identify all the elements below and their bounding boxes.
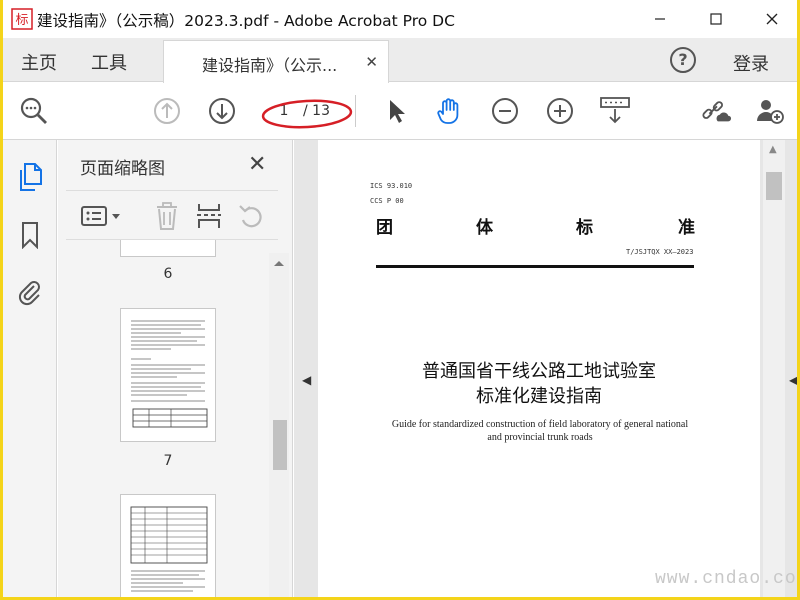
thumbnail-page-number: 6	[163, 266, 173, 282]
title-bar: 标 建设指南》（公示稿）2023.3.pdf - Adobe Acrobat P…	[3, 0, 797, 38]
share-link-icon[interactable]	[700, 95, 732, 127]
add-user-icon[interactable]	[754, 95, 786, 127]
tab-document-label: 建设指南》（公示...	[202, 56, 338, 75]
previous-page-icon[interactable]	[151, 95, 183, 127]
zoom-out-icon[interactable]	[489, 95, 521, 127]
close-tab-icon[interactable]: ✕	[365, 53, 378, 71]
document-title-line1: 普通国省干线公路工地试验室	[422, 361, 656, 382]
attachments-icon[interactable]	[15, 277, 45, 307]
extract-page-icon[interactable]	[194, 201, 224, 231]
bookmarks-icon[interactable]	[15, 220, 45, 250]
standard-heading-char: 体	[476, 218, 493, 238]
document-title-line2: 标准化建设指南	[476, 386, 602, 407]
thumbnail-options-button[interactable]	[80, 201, 124, 231]
english-title-line2: and provincial trunk roads	[487, 432, 593, 443]
collapse-left-panel-icon[interactable]: ◀	[302, 373, 311, 387]
maximize-button[interactable]	[693, 0, 739, 38]
thumbnail-list: 6 7	[66, 240, 271, 597]
app-icon: 标	[11, 8, 33, 30]
standard-heading-char: 团	[376, 218, 393, 238]
select-pointer-icon[interactable]	[380, 95, 412, 127]
svg-text:标: 标	[15, 13, 28, 28]
tab-tools[interactable]: 工具	[91, 49, 127, 75]
next-page-icon[interactable]	[206, 95, 238, 127]
acrobat-window: 标 建设指南》（公示稿）2023.3.pdf - Adobe Acrobat P…	[3, 0, 797, 597]
thumbnail-page-preview	[131, 320, 208, 428]
minimize-button[interactable]	[637, 0, 683, 38]
close-panel-icon[interactable]: ✕	[248, 152, 266, 177]
help-button[interactable]: ?	[670, 47, 696, 73]
standard-heading-char: 准	[678, 218, 695, 238]
english-title-line1: Guide for standardized construction of f…	[391, 419, 689, 430]
toolbar-divider	[355, 95, 356, 127]
zoom-in-icon[interactable]	[544, 95, 576, 127]
ics-code: ICS 93.010	[370, 182, 413, 190]
delete-page-icon[interactable]	[152, 201, 182, 231]
close-window-button[interactable]	[749, 0, 795, 38]
thumbnail-page[interactable]	[120, 308, 216, 442]
tab-document[interactable]: 建设指南》（公示... ✕	[163, 40, 389, 83]
hand-tool-icon[interactable]	[434, 95, 466, 127]
toolbar: / 13	[3, 83, 797, 140]
standard-number: T/JSJTQX XX—2023	[626, 248, 694, 256]
standard-heading-char: 标	[576, 218, 593, 238]
header-rule	[376, 265, 694, 268]
window-title: 建设指南》（公示稿）2023.3.pdf - Adobe Acrobat Pro…	[37, 12, 455, 30]
document-scrollbar-thumb[interactable]	[766, 172, 782, 200]
search-icon[interactable]	[18, 95, 50, 127]
expand-right-panel-icon[interactable]: ◀	[789, 373, 797, 387]
scroll-up-icon[interactable]: ▲	[769, 144, 777, 155]
page-thumbnails-icon[interactable]	[15, 162, 45, 192]
thumbnails-panel: 页面缩略图 ✕ 6 7	[58, 140, 293, 597]
thumbnail-scrollbar-thumb[interactable]	[273, 420, 287, 470]
login-button[interactable]: 登录	[733, 50, 769, 76]
tab-home[interactable]: 主页	[21, 49, 57, 75]
document-view: ◀ ICS 93.010 CCS P 00 团 体 标 准 T/JSJTQX X…	[294, 140, 797, 597]
ccs-code: CCS P 00	[370, 197, 404, 205]
document-scrollbar[interactable]: ▲	[763, 140, 785, 597]
pdf-page: ICS 93.010 CCS P 00 团 体 标 准 T/JSJTQX XX—…	[318, 140, 760, 597]
annotation-oval	[261, 99, 353, 129]
left-navigation-rail	[3, 140, 57, 597]
panel-title: 页面缩略图	[80, 159, 165, 179]
rotate-page-icon[interactable]	[236, 201, 266, 231]
page-display-icon[interactable]	[599, 95, 631, 127]
thumbnail-page[interactable]	[120, 494, 216, 597]
thumbnail-scrollbar[interactable]	[269, 253, 289, 597]
thumbnail-page-number: 7	[163, 453, 173, 469]
tab-bar: 主页 工具 建设指南》（公示... ✕ ? 登录	[3, 38, 797, 83]
thumbnail-page-preview	[130, 506, 208, 592]
thumbnail-toolbar	[66, 190, 278, 240]
watermark: www.cndao.com	[655, 569, 797, 589]
thumbnail-page[interactable]	[120, 240, 216, 257]
